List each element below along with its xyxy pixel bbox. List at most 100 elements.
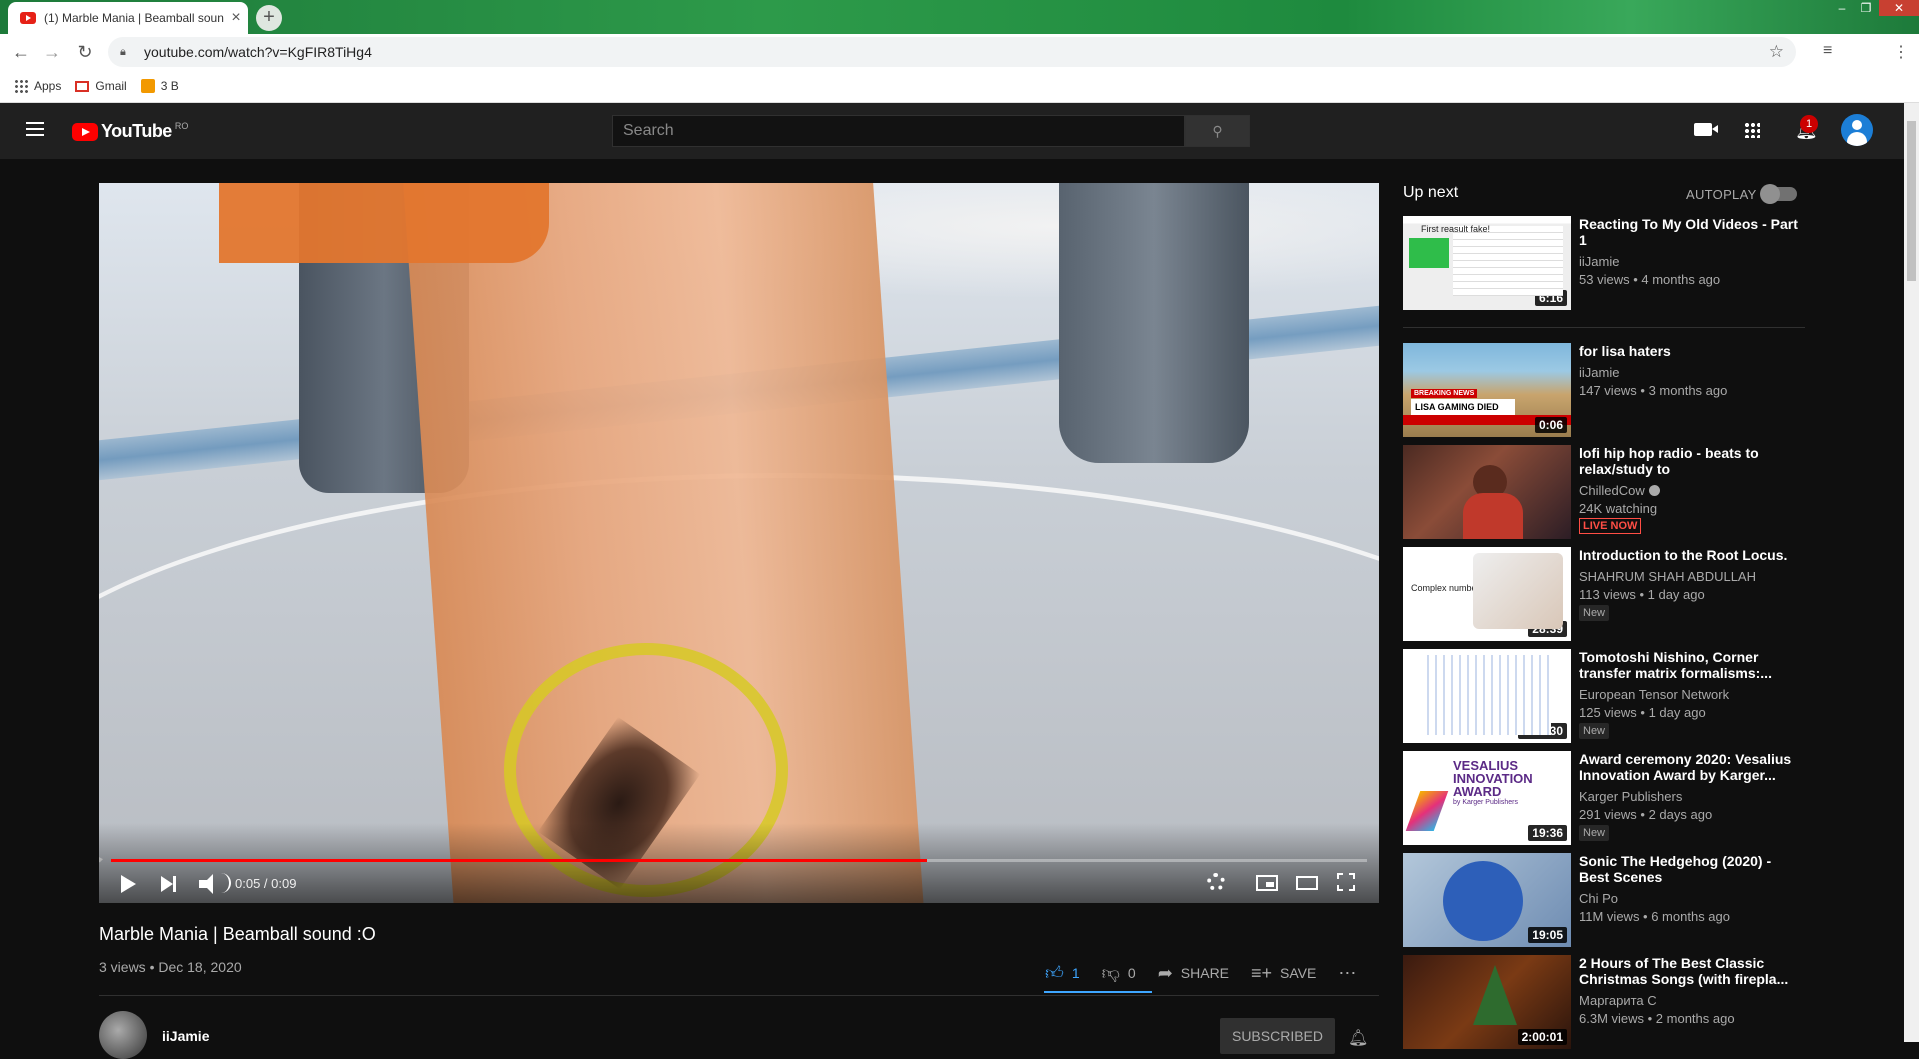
- video-frame: [99, 183, 1379, 903]
- video-title[interactable]: lofi hip hop radio - beats to relax/stud…: [1579, 445, 1799, 477]
- more-actions-button[interactable]: ⋯: [1338, 963, 1364, 984]
- restore-icon[interactable]: ❐: [1855, 0, 1877, 16]
- divider: [1403, 327, 1805, 328]
- browser-menu-icon[interactable]: ⋮: [1893, 42, 1909, 62]
- autoplay-label: AUTOPLAY: [1686, 187, 1757, 202]
- recommended-video[interactable]: lofi hip hop radio - beats to relax/stud…: [1403, 445, 1823, 539]
- video-player[interactable]: 0:05 / 0:09: [99, 183, 1379, 903]
- video-title[interactable]: Sonic The Hedgehog (2020) - Best Scenes: [1579, 853, 1799, 885]
- channel-name[interactable]: ChilledCow: [1579, 483, 1660, 498]
- more-horizontal-icon: ⋯: [1338, 962, 1357, 983]
- channel-name[interactable]: Маргарита С: [1579, 993, 1657, 1008]
- progress-bar[interactable]: [111, 859, 1367, 862]
- video-thumbnail[interactable]: 1:15:30: [1403, 649, 1571, 743]
- video-title[interactable]: 2 Hours of The Best Classic Christmas So…: [1579, 955, 1799, 987]
- recommended-video[interactable]: BREAKING NEWS LISA GAMING DIED 0:06 for …: [1403, 343, 1823, 437]
- like-button[interactable]: 👍︎ 1: [1045, 962, 1080, 984]
- minimize-icon[interactable]: –: [1831, 0, 1853, 16]
- lock-icon[interactable]: 🔒︎: [120, 46, 134, 59]
- video-thumbnail[interactable]: First reasult fake! 6:16: [1403, 216, 1571, 310]
- video-title[interactable]: Introduction to the Root Locus.: [1579, 547, 1799, 563]
- channel-name[interactable]: iiJamie: [1579, 365, 1619, 380]
- like-count: 1: [1071, 965, 1080, 981]
- close-tab-icon[interactable]: ×: [224, 9, 248, 27]
- save-button[interactable]: ≡+ SAVE: [1251, 963, 1316, 984]
- video-thumbnail[interactable]: VESALIUS INNOVATION AWARD by Karger Publ…: [1403, 751, 1571, 845]
- divider: [99, 995, 1379, 996]
- up-next-heading: Up next: [1403, 184, 1459, 201]
- video-thumbnail[interactable]: Complex number review 28:39: [1403, 547, 1571, 641]
- dislike-count: 0: [1127, 965, 1136, 981]
- gmail-icon: [75, 80, 90, 92]
- recommended-video[interactable]: Complex number review 28:39 Introduction…: [1403, 547, 1823, 641]
- bookmark-star-icon[interactable]: ☆: [1769, 42, 1784, 62]
- play-icon[interactable]: [121, 875, 136, 893]
- dislike-button[interactable]: 👎︎ 0: [1102, 962, 1136, 984]
- thumbs-up-icon: 👍︎: [1045, 963, 1064, 983]
- video-thumbnail[interactable]: 2:00:01: [1403, 955, 1571, 1049]
- channel-name[interactable]: iiJamie: [1579, 254, 1619, 269]
- bookmark-apps[interactable]: Apps: [14, 79, 61, 93]
- search-icon: ⚲: [1212, 123, 1223, 139]
- search-box: [612, 115, 1185, 147]
- browser-tab[interactable]: (1) Marble Mania | Beamball soun ×: [8, 2, 248, 34]
- live-now-badge: LIVE NOW: [1579, 518, 1642, 534]
- hamburger-menu-icon[interactable]: [26, 122, 44, 136]
- bookmark-3b[interactable]: 3 B: [140, 79, 179, 93]
- video-title[interactable]: Tomotoshi Nishino, Corner transfer matri…: [1579, 649, 1799, 681]
- apps-grid-icon[interactable]: [1744, 122, 1760, 138]
- subscribed-button[interactable]: SUBSCRIBED: [1220, 1018, 1335, 1054]
- video-thumbnail[interactable]: BREAKING NEWS LISA GAMING DIED 0:06: [1403, 343, 1571, 437]
- search-input[interactable]: [613, 116, 1184, 146]
- bookmark-gmail[interactable]: Gmail: [75, 79, 127, 93]
- fullscreen-icon[interactable]: [1337, 873, 1355, 891]
- search-button[interactable]: ⚲: [1185, 115, 1250, 147]
- theater-mode-icon[interactable]: [1296, 876, 1318, 890]
- settings-gear-icon[interactable]: [1207, 873, 1225, 891]
- thumbnail-text: by Karger Publishers: [1453, 799, 1518, 806]
- video-title[interactable]: Award ceremony 2020: Vesalius Innovation…: [1579, 751, 1799, 783]
- channel-name[interactable]: Karger Publishers: [1579, 789, 1682, 804]
- page-scrollbar[interactable]: [1904, 103, 1919, 1042]
- share-button[interactable]: ➦ SHARE: [1158, 963, 1229, 984]
- video-thumbnail[interactable]: 19:05: [1403, 853, 1571, 947]
- view-count: 53 views • 4 months ago: [1579, 272, 1721, 287]
- omnibox[interactable]: 🔒︎ youtube.com/watch?v=KgFIR8TiHg4 ☆: [108, 37, 1796, 67]
- channel-name-text: ChilledCow: [1579, 483, 1645, 498]
- account-avatar[interactable]: [1841, 114, 1873, 146]
- view-count: 147 views • 3 months ago: [1579, 383, 1728, 398]
- channel-avatar[interactable]: [99, 1011, 147, 1059]
- video-title[interactable]: for lisa haters: [1579, 343, 1799, 359]
- new-tab-button[interactable]: +: [256, 5, 282, 31]
- view-count: 24K watching: [1579, 501, 1658, 516]
- video-thumbnail[interactable]: [1403, 445, 1571, 539]
- duration-badge: 19:36: [1528, 825, 1567, 841]
- volume-icon[interactable]: [199, 874, 213, 894]
- channel-name[interactable]: Chi Po: [1579, 891, 1618, 906]
- create-video-icon[interactable]: [1694, 123, 1718, 136]
- reload-icon[interactable]: ↻: [75, 42, 95, 62]
- channel-bell-icon[interactable]: 🔔︎: [1348, 1028, 1368, 1048]
- video-title: Marble Mania | Beamball sound :O: [99, 924, 376, 944]
- video-title[interactable]: Reacting To My Old Videos - Part 1: [1579, 216, 1799, 248]
- miniplayer-icon[interactable]: [1256, 875, 1278, 891]
- recommended-video[interactable]: VESALIUS INNOVATION AWARD by Karger Publ…: [1403, 751, 1823, 845]
- recommended-video[interactable]: 19:05 Sonic The Hedgehog (2020) - Best S…: [1403, 853, 1823, 947]
- view-count: 113 views • 1 day ago: [1579, 587, 1705, 602]
- channel-name[interactable]: European Tensor Network: [1579, 687, 1729, 702]
- view-count: 6.3M views • 2 months ago: [1579, 1011, 1735, 1026]
- media-queue-icon[interactable]: ≡: [1823, 42, 1832, 60]
- channel-name[interactable]: SHAHRUM SHAH ABDULLAH: [1579, 569, 1756, 584]
- duration-badge: 0:06: [1534, 417, 1567, 433]
- duration-badge: 28:39: [1528, 621, 1567, 637]
- forward-arrow-icon[interactable]: →: [42, 42, 62, 62]
- back-arrow-icon[interactable]: ←: [11, 42, 31, 62]
- recommended-video[interactable]: 2:00:01 2 Hours of The Best Classic Chri…: [1403, 955, 1823, 1049]
- close-window-icon[interactable]: ✕: [1879, 0, 1919, 16]
- scrollbar-thumb[interactable]: [1907, 121, 1916, 281]
- recommended-video[interactable]: First reasult fake! 6:16 Reacting To My …: [1403, 216, 1823, 310]
- next-video-icon[interactable]: [161, 876, 176, 892]
- youtube-logo[interactable]: YouTube RO: [72, 121, 188, 142]
- autoplay-toggle[interactable]: [1760, 184, 1797, 204]
- recommended-video[interactable]: 1:15:30 Tomotoshi Nishino, Corner transf…: [1403, 649, 1823, 743]
